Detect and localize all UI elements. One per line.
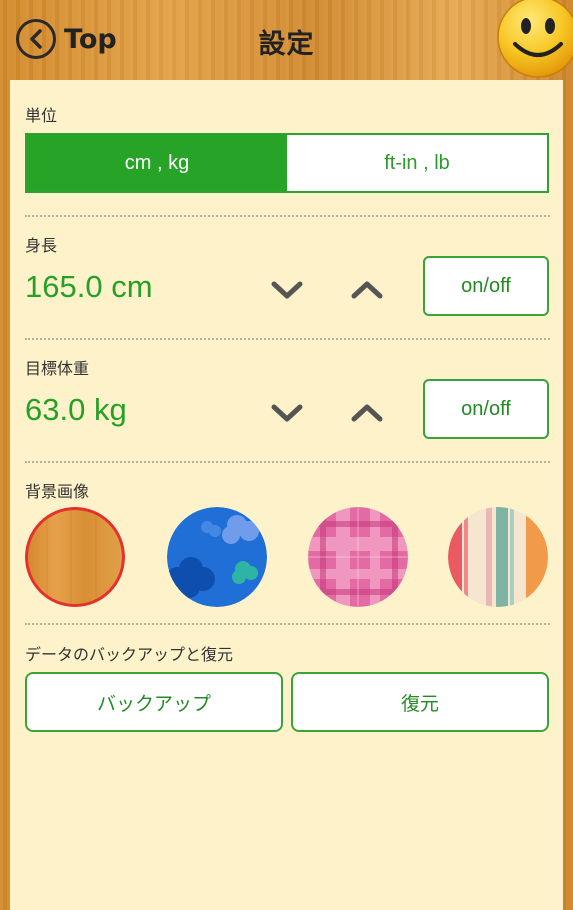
background-option-wood[interactable] (25, 507, 125, 607)
background-label: 背景画像 (25, 482, 90, 501)
backup-button[interactable]: バックアップ (25, 672, 283, 732)
height-toggle-button[interactable]: on/off (423, 256, 549, 316)
background-option-blue-floral[interactable] (167, 507, 267, 607)
unit-toggle: cm , kg ft-in , lb (25, 133, 549, 193)
background-option-pink-plaid[interactable] (308, 507, 408, 607)
weight-decrease-icon[interactable] (269, 401, 305, 425)
height-decrease-icon[interactable] (269, 278, 305, 302)
smiley-icon[interactable] (495, 0, 573, 80)
settings-panel: 単位 cm , kg ft-in , lb 身長 165.0 cm on/off… (10, 80, 563, 910)
page-title: 設定 (258, 29, 315, 60)
restore-button[interactable]: 復元 (291, 672, 549, 732)
header-bar: Top 設定 (0, 0, 573, 80)
target-weight-value: 63.0 kg (25, 392, 127, 427)
weight-toggle-button[interactable]: on/off (423, 379, 549, 439)
weight-increase-icon[interactable] (349, 401, 385, 425)
height-value: 165.0 cm (25, 269, 153, 304)
divider (25, 215, 550, 217)
divider (25, 338, 550, 340)
height-increase-icon[interactable] (349, 278, 385, 302)
unit-option-imperial[interactable]: ft-in , lb (287, 135, 547, 191)
height-label: 身長 (25, 236, 58, 255)
background-option-stripes[interactable] (448, 507, 548, 607)
divider (25, 623, 550, 625)
divider (25, 461, 550, 463)
backup-label: データのバックアップと復元 (25, 645, 234, 664)
units-label: 単位 (25, 106, 58, 125)
target-weight-label: 目標体重 (25, 359, 90, 378)
unit-option-metric[interactable]: cm , kg (27, 135, 287, 191)
